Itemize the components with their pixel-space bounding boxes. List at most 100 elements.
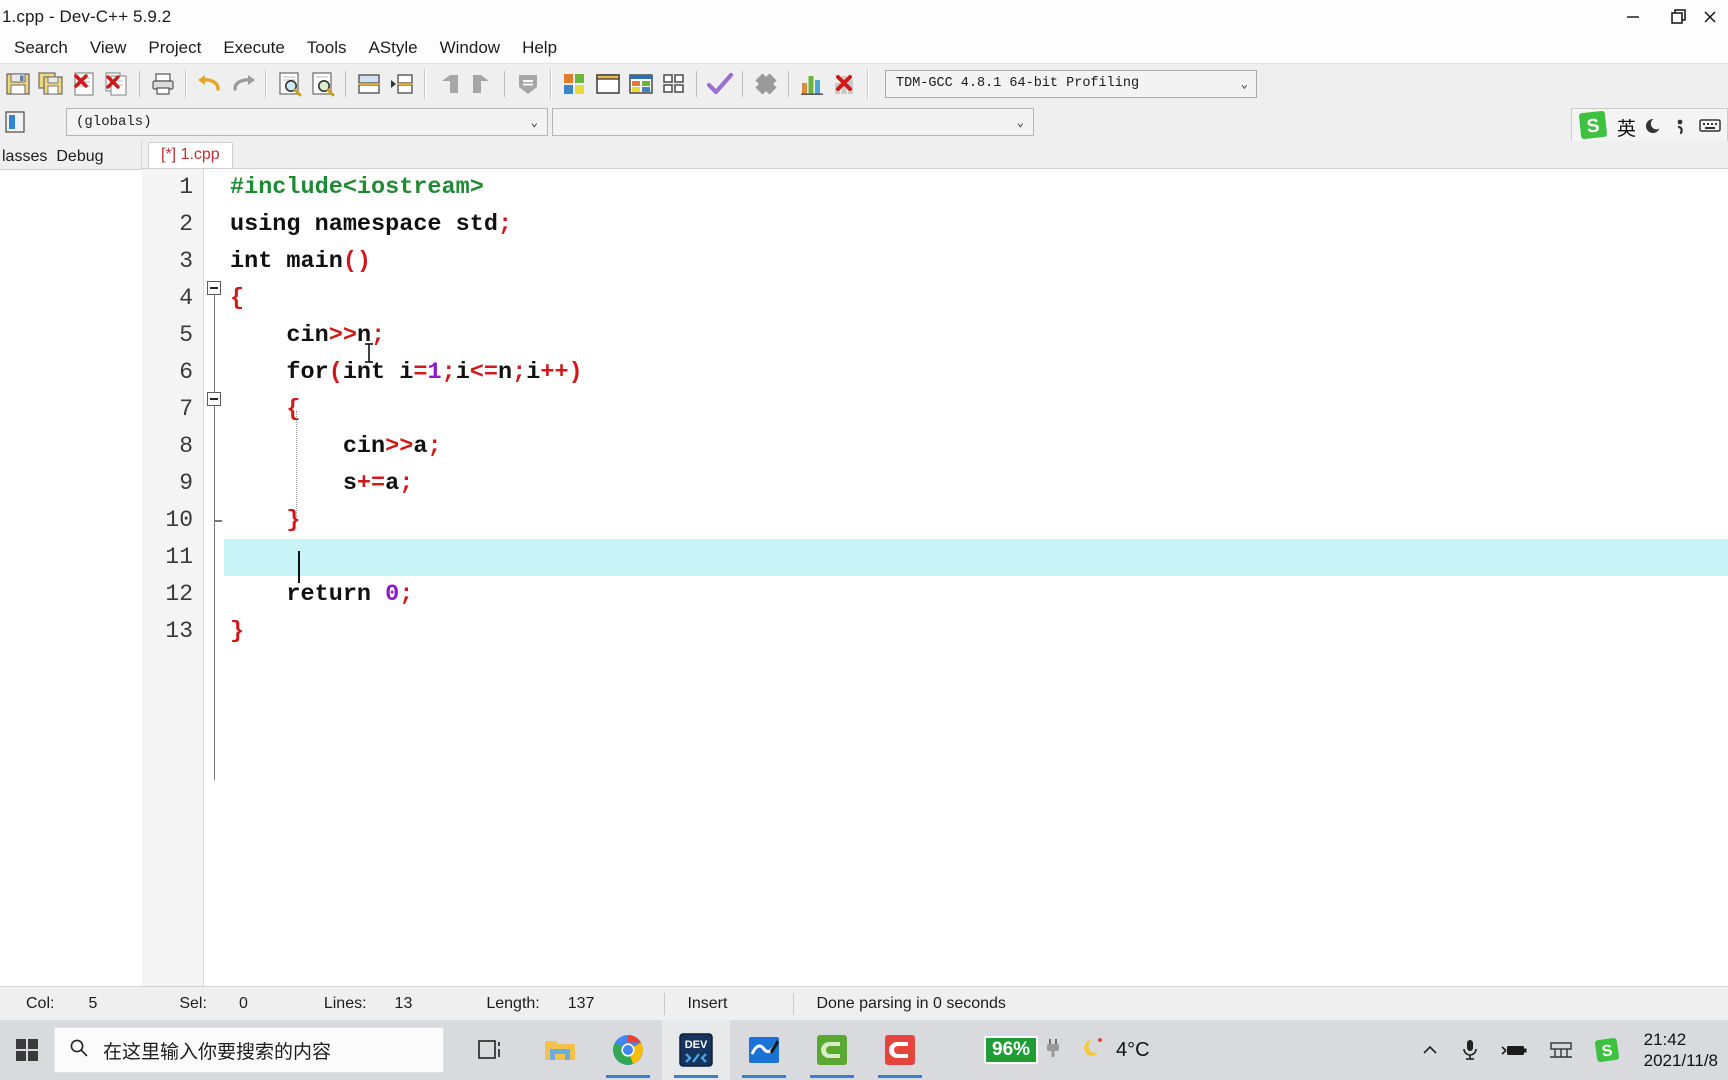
- scope-combo[interactable]: (globals) ⌄: [66, 108, 548, 136]
- minimize-button[interactable]: [1610, 0, 1656, 33]
- camtasia-green-icon[interactable]: [798, 1020, 866, 1080]
- menu-item-view[interactable]: View: [90, 38, 127, 58]
- class-browser-icon[interactable]: [2, 107, 30, 137]
- sogou-logo-icon[interactable]: S: [1578, 110, 1608, 145]
- print-icon[interactable]: [147, 68, 178, 100]
- clock-time: 21:42: [1643, 1029, 1687, 1049]
- battery-charging-icon[interactable]: [1490, 1020, 1538, 1080]
- editor-tab-1cpp[interactable]: [*] 1.cpp: [148, 142, 233, 168]
- menu-item-help[interactable]: Help: [522, 38, 557, 58]
- toolbar-separator-3: [345, 70, 346, 97]
- code-view[interactable]: 1 2 3 4 5 6 7 8 9 10 11 12 13 #include<iostream> usin…: [142, 169, 1728, 986]
- microphone-icon[interactable]: [1450, 1020, 1490, 1080]
- save-all-icon[interactable]: [35, 68, 66, 100]
- menu-item-astyle[interactable]: AStyle: [368, 38, 417, 58]
- sogou-tray-icon[interactable]: S: [1584, 1020, 1630, 1080]
- code-line[interactable]: using namespace std;: [224, 206, 1728, 243]
- stop-icon[interactable]: [750, 68, 781, 100]
- class-browser-toolbar: (globals) ⌄ ⌄: [0, 103, 1728, 141]
- status-divider-2: [793, 992, 795, 1015]
- back-icon[interactable]: [433, 68, 464, 100]
- left-panel-tab-classes[interactable]: lasses: [0, 146, 54, 169]
- replace-icon[interactable]: [307, 68, 338, 100]
- menu-item-search[interactable]: Search: [14, 38, 68, 58]
- menu-item-execute[interactable]: Execute: [223, 38, 284, 58]
- forward-icon[interactable]: [466, 68, 497, 100]
- code-line[interactable]: cin>>a;: [224, 428, 1728, 465]
- compile-run-icon[interactable]: [704, 68, 735, 100]
- battery-percent-label: 96%: [984, 1036, 1039, 1064]
- code-token: +=: [356, 470, 386, 497]
- code-token: return: [230, 581, 372, 608]
- code-line[interactable]: }: [224, 502, 1728, 539]
- left-panel-tab-debug[interactable]: Debug: [54, 146, 110, 169]
- battery-percent-badge[interactable]: 96%: [974, 1020, 1072, 1080]
- fold-column[interactable]: [204, 169, 224, 986]
- profile-icon[interactable]: [796, 68, 827, 100]
- code-line[interactable]: #include<iostream>: [224, 169, 1728, 206]
- network-icon[interactable]: [1538, 1020, 1584, 1080]
- code-token: 0: [385, 581, 400, 608]
- fold-box-line4[interactable]: [207, 281, 221, 295]
- compiler-set-combo[interactable]: TDM-GCC 4.8.1 64-bit Profiling ⌄: [885, 69, 1257, 98]
- close-all-icon[interactable]: [101, 68, 132, 100]
- running-indicator: [742, 1075, 786, 1078]
- weather-widget[interactable]: 4°C: [1072, 1020, 1160, 1080]
- toggle-breakpoint-icon[interactable]: [512, 68, 543, 100]
- keyboard-icon[interactable]: [1699, 115, 1721, 140]
- taskbar-clock[interactable]: 21:42 2021/11/8: [1630, 1020, 1728, 1080]
- code-line[interactable]: int main(): [224, 243, 1728, 280]
- devcpp-icon[interactable]: DEV: [662, 1020, 730, 1080]
- restore-button[interactable]: [1656, 0, 1702, 33]
- close-button[interactable]: [1702, 0, 1728, 33]
- running-indicator: [606, 1075, 650, 1078]
- code-line[interactable]: {: [224, 391, 1728, 428]
- undo-icon[interactable]: [194, 68, 225, 100]
- delete-profile-icon[interactable]: [829, 68, 860, 100]
- toolbar-group-separator-2: [265, 68, 267, 99]
- close-file-icon[interactable]: [68, 68, 99, 100]
- new-file-icon[interactable]: [592, 68, 623, 100]
- code-line[interactable]: {: [224, 280, 1728, 317]
- onenote-icon[interactable]: [730, 1020, 798, 1080]
- member-combo[interactable]: ⌄: [552, 108, 1034, 136]
- moon-icon[interactable]: [1645, 115, 1665, 140]
- chevron-up-icon[interactable]: [1410, 1020, 1450, 1080]
- code-line[interactable]: return 0;: [224, 576, 1728, 613]
- find-icon[interactable]: [274, 68, 305, 100]
- chrome-icon[interactable]: [594, 1020, 662, 1080]
- goto-function-icon[interactable]: [386, 68, 417, 100]
- plug-icon: [1044, 1037, 1062, 1064]
- status-bar: Col: 5 Sel: 0 Lines: 13 Length: 137 Inse…: [0, 986, 1728, 1020]
- project-options-icon[interactable]: [625, 68, 656, 100]
- save-icon[interactable]: [2, 68, 33, 100]
- menu-item-project[interactable]: Project: [148, 38, 201, 58]
- line-number: 13: [165, 618, 193, 644]
- fold-box-line7[interactable]: [207, 392, 221, 406]
- file-explorer-icon[interactable]: [526, 1020, 594, 1080]
- start-icon[interactable]: [0, 1020, 54, 1080]
- goto-line-icon[interactable]: [353, 68, 384, 100]
- status-length-value: 137: [567, 994, 595, 1012]
- menu-item-window[interactable]: Window: [440, 38, 500, 58]
- new-project-icon[interactable]: [559, 68, 590, 100]
- code-text[interactable]: #include<iostream> using namespace std; in…: [224, 169, 1728, 986]
- code-line[interactable]: cin>>n;: [224, 317, 1728, 354]
- desktop-root: 1.cpp - Dev-C++ 5.9.2 Search View Projec…: [0, 0, 1728, 1080]
- menu-item-tools[interactable]: Tools: [307, 38, 347, 58]
- window-list-icon[interactable]: [658, 68, 689, 100]
- search-input[interactable]: 在这里输入你要搜索的内容: [54, 1027, 444, 1073]
- code-line[interactable]: [224, 539, 1728, 576]
- camtasia-red-icon[interactable]: [866, 1020, 934, 1080]
- code-token: }: [230, 507, 301, 534]
- redo-icon[interactable]: [227, 68, 258, 100]
- comma-icon[interactable]: [1674, 115, 1690, 140]
- code-token: using namespace std: [230, 211, 498, 238]
- code-line[interactable]: for(int i=1;i<=n;i++): [224, 354, 1728, 391]
- code-line[interactable]: }: [224, 613, 1728, 650]
- code-token: {: [230, 285, 245, 312]
- code-line[interactable]: s+=a;: [224, 465, 1728, 502]
- task-view-icon[interactable]: [458, 1020, 526, 1080]
- ime-mode-label[interactable]: 英: [1617, 114, 1636, 141]
- line-number: 11: [142, 539, 203, 576]
